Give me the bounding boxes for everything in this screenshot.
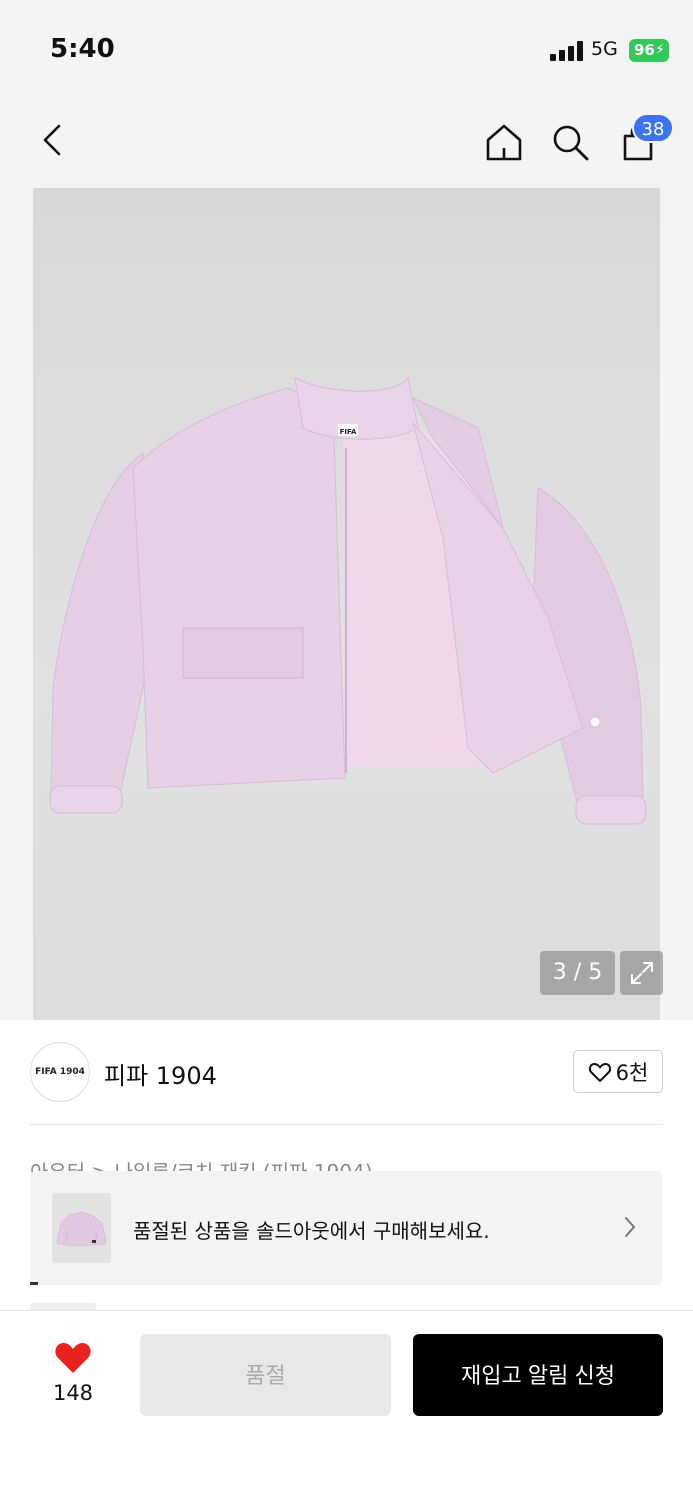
cart-count-badge: 38 (632, 113, 674, 143)
battery-indicator: 96 ⚡ (629, 39, 669, 62)
brand-row: FIFA 1904 피파 1904 6천 (30, 1040, 663, 1125)
chevron-left-icon (43, 124, 61, 156)
expand-icon (630, 962, 653, 984)
battery-level: 96 (634, 41, 655, 59)
status-time: 5:40 (50, 34, 115, 64)
banner-text: 품절된 상품을 솔드아웃에서 구매해보세요. (133, 1219, 490, 1243)
wishlist-button[interactable]: 148 (30, 1339, 116, 1409)
search-icon (553, 125, 589, 161)
soldout-banner[interactable]: 품절된 상품을 솔드아웃에서 구매해보세요. (30, 1171, 663, 1285)
bottom-action-bar: 148 품절 재입고 알림 신청 (0, 1310, 693, 1501)
product-image[interactable]: FIFA (33, 188, 660, 1020)
jacket-thumbnail-image (52, 1193, 111, 1263)
search-button[interactable] (546, 118, 594, 166)
home-button[interactable] (480, 118, 528, 166)
status-bar: 5:40 5G 96 ⚡ (0, 0, 693, 90)
charging-bolt-icon: ⚡ (655, 42, 665, 58)
back-button[interactable] (30, 118, 74, 162)
brand-logo[interactable]: FIFA 1904 (30, 1042, 90, 1102)
svg-text:FIFA: FIFA (340, 428, 357, 436)
signal-icon (550, 41, 583, 61)
image-counter: 3 / 5 (540, 951, 615, 995)
brand-name[interactable]: 피파 1904 (104, 1056, 217, 1091)
banner-thumbnail (52, 1193, 111, 1263)
brand-like-count: 6천 (615, 1060, 649, 1085)
heart-filled-icon (55, 1343, 91, 1373)
content-peek (30, 1282, 38, 1285)
breadcrumb[interactable]: 아우터 > 나일론/코치 재킷 (피파 1904) (30, 1152, 663, 1172)
chevron-right-icon (625, 1217, 635, 1237)
brand-like-button[interactable]: 6천 (573, 1050, 663, 1093)
home-icon (486, 124, 522, 161)
network-label: 5G (591, 38, 618, 60)
heart-outline-icon (588, 1062, 611, 1082)
wishlist-count: 148 (52, 1381, 94, 1405)
nav-bar (0, 100, 693, 180)
jacket-image: FIFA (49, 376, 647, 825)
restock-alert-button[interactable]: 재입고 알림 신청 (413, 1334, 663, 1416)
fullscreen-button[interactable] (620, 951, 663, 995)
breadcrumb-text: 아우터 > 나일론/코치 재킷 (피파 1904) (30, 1160, 373, 1172)
soldout-button: 품절 (140, 1334, 391, 1416)
